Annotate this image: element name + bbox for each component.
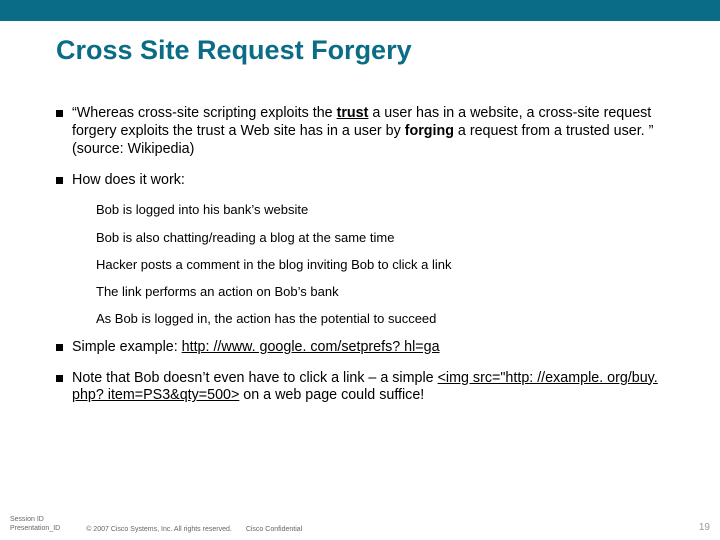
- bullet-4-text: Note that Bob doesn’t even have to click…: [72, 370, 664, 406]
- bullet-1: “Whereas cross-site scripting exploits t…: [56, 105, 664, 159]
- footer-session: Session ID Presentation_ID: [10, 515, 60, 533]
- sub-item-2: Bob is also chatting/reading a blog at t…: [96, 230, 664, 246]
- bullet-icon: [56, 344, 63, 351]
- text-fragment: on a web page could suffice!: [239, 387, 424, 403]
- footer: Session ID Presentation_ID © 2007 Cisco …: [10, 515, 710, 533]
- bullet-icon: [56, 375, 63, 382]
- footer-confidential: Cisco Confidential: [246, 526, 302, 533]
- top-accent-bar: [0, 0, 720, 21]
- emphasis-trust: trust: [337, 105, 369, 121]
- bullet-1-text: “Whereas cross-site scripting exploits t…: [72, 105, 664, 159]
- bullet-icon: [56, 110, 63, 117]
- footer-session-id: Session ID: [10, 515, 60, 524]
- emphasis-forging: forging: [405, 123, 454, 139]
- bullet-3-text: Simple example: http: //www. google. com…: [72, 339, 664, 357]
- sub-item-5: As Bob is logged in, the action has the …: [96, 311, 664, 327]
- bullet-2: How does it work:: [56, 172, 664, 190]
- content-area: “Whereas cross-site scripting exploits t…: [56, 105, 664, 418]
- slide-title: Cross Site Request Forgery: [56, 35, 664, 66]
- text-fragment: Note that Bob doesn’t even have to click…: [72, 370, 438, 386]
- sub-item-4: The link performs an action on Bob’s ban…: [96, 284, 664, 300]
- text-fragment: “Whereas cross-site scripting exploits t…: [72, 105, 337, 121]
- example-link[interactable]: http: //www. google. com/setprefs? hl=ga: [182, 339, 440, 355]
- sub-item-3: Hacker posts a comment in the blog invit…: [96, 257, 664, 273]
- bullet-icon: [56, 177, 63, 184]
- slide: Cross Site Request Forgery “Whereas cros…: [0, 0, 720, 540]
- bullet-3: Simple example: http: //www. google. com…: [56, 339, 664, 357]
- text-fragment: Simple example:: [72, 339, 182, 355]
- sub-item-1: Bob is logged into his bank’s website: [96, 202, 664, 218]
- footer-copyright: © 2007 Cisco Systems, Inc. All rights re…: [86, 526, 232, 533]
- page-number: 19: [699, 522, 710, 533]
- footer-presentation-id: Presentation_ID: [10, 524, 60, 533]
- bullet-2-text: How does it work:: [72, 172, 664, 190]
- bullet-4: Note that Bob doesn’t even have to click…: [56, 370, 664, 406]
